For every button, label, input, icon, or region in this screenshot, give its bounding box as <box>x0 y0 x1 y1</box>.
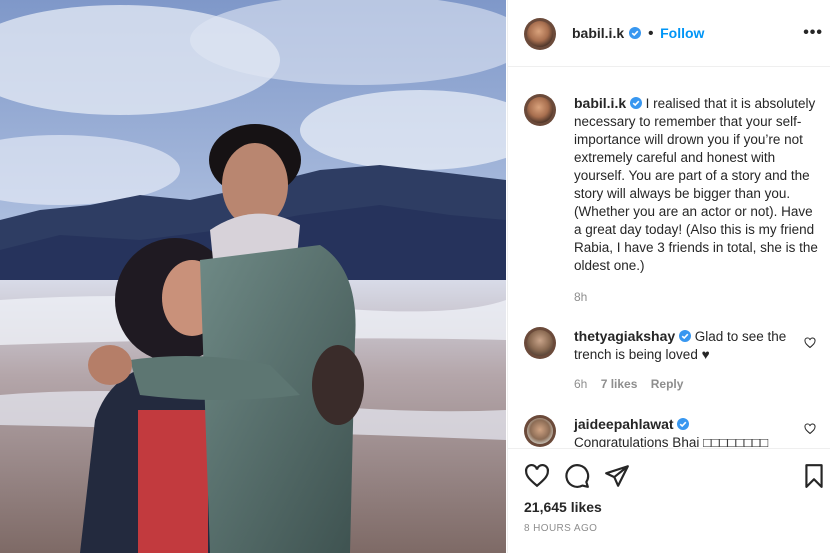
post-details-panel: babil.i.k • Follow ••• babil.i.k I reali… <box>507 0 830 553</box>
comment-reply-button[interactable]: Reply <box>651 377 684 391</box>
post-header: babil.i.k • Follow ••• <box>508 0 830 67</box>
post-photo-illustration <box>0 0 506 553</box>
post-photo[interactable] <box>0 0 506 553</box>
share-icon[interactable] <box>604 463 630 489</box>
commenter-username[interactable]: thetyagiakshay <box>574 328 675 344</box>
caption-text-block: babil.i.k I realised that it is absolute… <box>574 94 822 275</box>
author-avatar[interactable] <box>524 18 556 50</box>
comment-item: thetyagiakshay Glad to see the trench is… <box>524 327 822 397</box>
comment-text: Congratulations Bhai □□□□□□□□ <box>574 435 769 447</box>
caption-text: I realised that it is absolutely necessa… <box>574 96 818 273</box>
post-actions-bar: 21,645 likes 8 HOURS AGO <box>508 448 830 554</box>
commenter-avatar[interactable] <box>524 415 556 447</box>
caption-meta: 8h <box>574 290 587 304</box>
verified-badge-icon <box>628 27 641 39</box>
likes-count[interactable]: 21,645 likes <box>524 499 602 515</box>
post-timestamp[interactable]: 8 HOURS AGO <box>524 523 597 534</box>
verified-badge-icon <box>677 418 690 430</box>
verified-badge-icon <box>678 330 691 342</box>
comment-like-heart-icon[interactable] <box>804 423 816 435</box>
more-options-icon[interactable]: ••• <box>803 24 823 42</box>
bookmark-icon[interactable] <box>801 463 827 489</box>
author-username[interactable]: babil.i.k <box>572 25 624 41</box>
comment-age: 6h <box>574 377 588 391</box>
comment-item: jaideepahlawat Congratulations Bhai □□□□… <box>524 415 822 447</box>
caption-age: 8h <box>574 290 588 304</box>
commenter-username[interactable]: jaideepahlawat <box>574 416 674 432</box>
comment-meta: 6h 7 likes Reply <box>574 377 683 391</box>
comments-list[interactable]: babil.i.k I realised that it is absolute… <box>508 67 830 447</box>
comment-icon[interactable] <box>564 463 590 489</box>
comment-like-heart-icon[interactable] <box>804 337 816 349</box>
caption-item: babil.i.k I realised that it is absolute… <box>524 94 822 324</box>
comment-likes-count[interactable]: 7 likes <box>601 377 638 391</box>
follow-button[interactable]: Follow <box>660 25 704 41</box>
separator-dot: • <box>648 25 654 42</box>
verified-badge-icon <box>629 97 642 109</box>
caption-username[interactable]: babil.i.k <box>574 95 626 111</box>
comment-text-block: thetyagiakshay Glad to see the trench is… <box>574 327 799 364</box>
heart-icon[interactable] <box>524 463 550 489</box>
commenter-avatar[interactable] <box>524 327 556 359</box>
header-user-row: babil.i.k • Follow <box>572 25 704 43</box>
comment-text-block: jaideepahlawat Congratulations Bhai □□□□… <box>574 415 799 447</box>
caption-author-avatar[interactable] <box>524 94 556 126</box>
